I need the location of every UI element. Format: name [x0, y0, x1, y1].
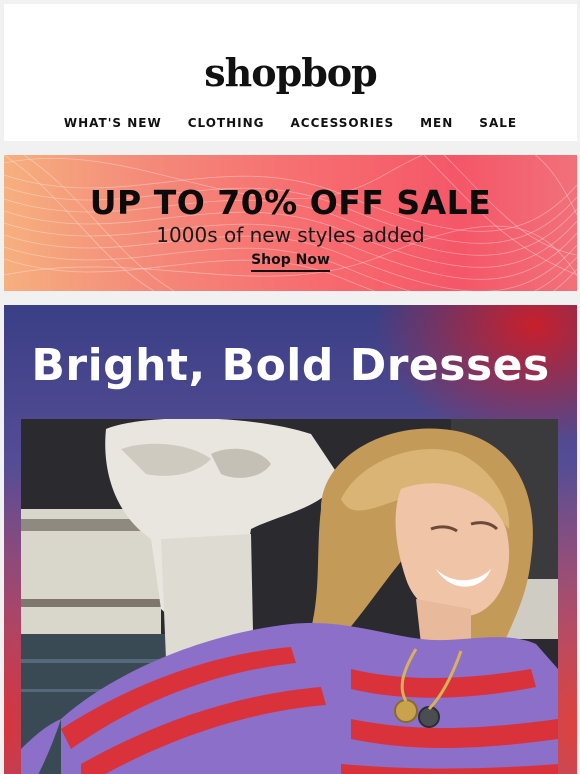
- nav-item-men[interactable]: MEN: [420, 116, 453, 130]
- banner-subtitle: 1000s of new styles added: [156, 223, 425, 247]
- email-body: shopbop WHAT'S NEW CLOTHING ACCESSORIES …: [0, 0, 580, 774]
- hero-title: Bright, Bold Dresses: [31, 340, 550, 391]
- header: shopbop WHAT'S NEW CLOTHING ACCESSORIES …: [4, 4, 577, 141]
- sale-banner[interactable]: UP TO 70% OFF SALE 1000s of new styles a…: [4, 155, 577, 291]
- shopbop-logo[interactable]: shopbop: [4, 50, 577, 95]
- nav-item-sale[interactable]: SALE: [479, 116, 517, 130]
- model-in-striped-sweater-image: [21, 419, 558, 774]
- banner-title: UP TO 70% OFF SALE: [89, 183, 492, 222]
- model-photo[interactable]: [21, 419, 558, 774]
- hero-section[interactable]: Bright, Bold Dresses: [4, 305, 577, 774]
- shop-now-link[interactable]: Shop Now: [251, 252, 330, 272]
- nav-item-accessories[interactable]: ACCESSORIES: [291, 116, 395, 130]
- nav-item-clothing[interactable]: CLOTHING: [188, 116, 265, 130]
- nav-item-whats-new[interactable]: WHAT'S NEW: [64, 116, 162, 130]
- main-nav: WHAT'S NEW CLOTHING ACCESSORIES MEN SALE: [4, 116, 577, 130]
